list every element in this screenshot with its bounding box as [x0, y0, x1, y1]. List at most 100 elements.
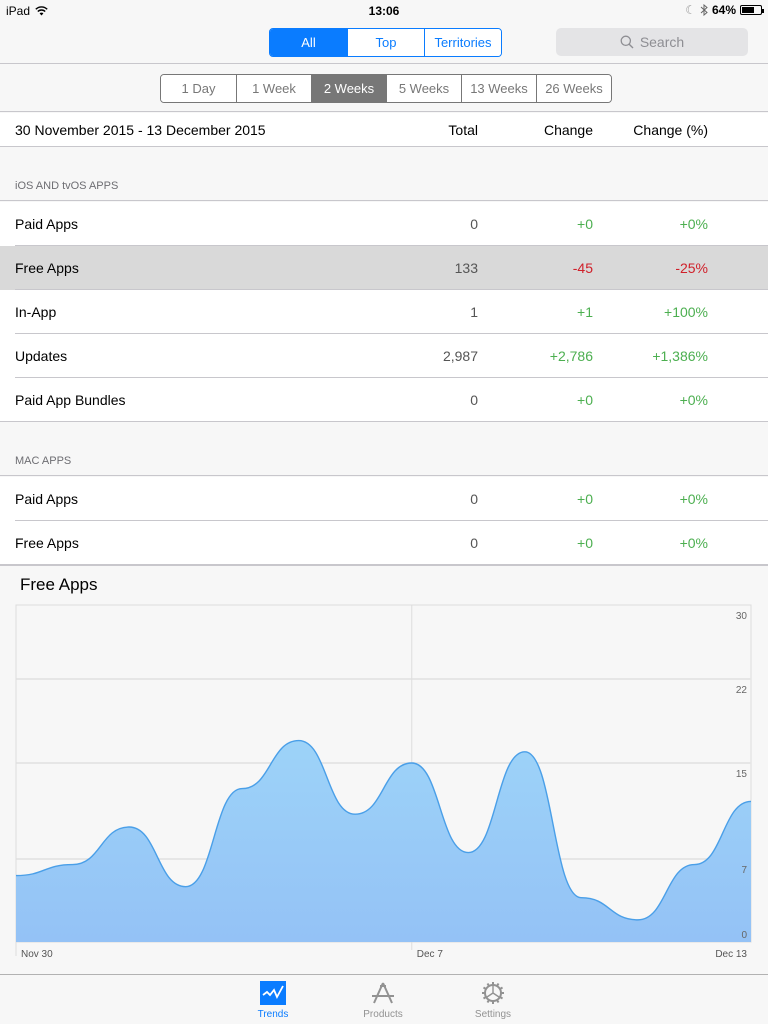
moon-icon: ☾: [685, 3, 696, 17]
gear-tooth: [499, 986, 504, 990]
x-tick-label: Dec 7: [417, 949, 444, 960]
header-change: Change: [543, 122, 593, 138]
period-1-day[interactable]: 1 Day: [161, 75, 236, 102]
row-label: In-App: [15, 304, 57, 320]
period-1-week[interactable]: 1 Week: [236, 75, 311, 102]
products-icon: [369, 979, 397, 1007]
period-bar: 1 Day 1 Week 2 Weeks 5 Weeks 13 Weeks 26…: [0, 65, 768, 112]
battery-percent: 64%: [711, 3, 736, 17]
y-tick-label: 15: [736, 769, 748, 780]
row-change-pct: -25%: [675, 260, 708, 276]
search-input[interactable]: Search: [556, 28, 748, 56]
period-13-weeks[interactable]: 13 Weeks: [461, 75, 536, 102]
data-point-dec-7: [410, 761, 414, 765]
header-total: Total: [448, 122, 478, 138]
ios-rows: Paid Apps 0 +0 +0% Free Apps 133 -45 -25…: [0, 202, 768, 422]
data-point-dec-9: [523, 750, 527, 754]
data-point-dec-10: [579, 896, 583, 900]
tab-label: Settings: [474, 1009, 512, 1020]
search-icon: [620, 35, 634, 49]
row-change: +1: [577, 304, 593, 320]
status-bar: iPad 13:06 ☾ 64%: [0, 0, 768, 20]
data-point-dec-11: [636, 918, 640, 922]
row-label: Paid App Bundles: [15, 392, 126, 408]
battery-icon: [740, 5, 764, 15]
y-tick-label: 0: [741, 930, 747, 941]
gear-tooth: [496, 982, 500, 987]
mac-rows: Paid Apps 0 +0 +0% Free Apps 0 +0 +0%: [0, 477, 768, 565]
row-change-pct: +0%: [679, 392, 708, 408]
row-total: 0: [470, 392, 478, 408]
row-change: +0: [577, 392, 593, 408]
period-26-weeks[interactable]: 26 Weeks: [536, 75, 611, 102]
segment-all[interactable]: All: [270, 29, 347, 56]
data-point-dec-13: [749, 799, 753, 803]
row-change-pct: +100%: [664, 304, 708, 320]
segment-territories[interactable]: Territories: [424, 29, 501, 56]
tab-label: Trends: [257, 1009, 289, 1020]
row-change: -45: [572, 260, 593, 276]
data-point-dec-3: [184, 885, 188, 889]
tab-trends[interactable]: Trends: [233, 979, 313, 1020]
row-change-pct: +0%: [679, 535, 708, 551]
status-time: 13:06: [368, 4, 400, 18]
app-root: iPad 13:06 ☾ 64% All Top Territories Sea…: [0, 0, 768, 1024]
row-change-pct: +0%: [679, 216, 708, 232]
table-row[interactable]: Paid Apps 0 +0 +0%: [0, 202, 768, 246]
gear-tooth: [499, 996, 504, 1000]
x-tick-label: Dec 13: [715, 949, 747, 960]
section-header-mac: MAC APPS: [0, 422, 768, 476]
data-point-nov-30: [14, 874, 18, 878]
free-apps-chart[interactable]: 0 7 15 22 30 Nov 30 Dec 7 Dec 13: [0, 566, 768, 975]
row-total: 2,987: [442, 348, 478, 364]
row-label: Free Apps: [15, 260, 79, 276]
period-2-weeks[interactable]: 2 Weeks: [311, 75, 386, 102]
section-title: iOS AND tvOS APPS: [15, 180, 119, 192]
search-placeholder: Search: [639, 34, 685, 50]
tab-bar: Trends Products Settings: [0, 974, 768, 1024]
table-row[interactable]: Free Apps 0 +0 +0%: [0, 521, 768, 565]
gear-tooth: [482, 996, 487, 1000]
row-change: +0: [577, 491, 593, 507]
chart-title: Free Apps: [20, 575, 98, 594]
period-5-weeks[interactable]: 5 Weeks: [386, 75, 461, 102]
row-total: 133: [454, 260, 478, 276]
y-tick-label: 22: [736, 685, 748, 696]
status-right: ☾ 64%: [685, 3, 764, 17]
segment-top[interactable]: Top: [347, 29, 424, 56]
row-change-pct: +1,386%: [652, 348, 708, 364]
table-row[interactable]: Paid App Bundles 0 +0 +0%: [0, 378, 768, 422]
data-point-dec-2: [127, 825, 131, 829]
table-row[interactable]: Paid Apps 0 +0 +0%: [0, 477, 768, 521]
tab-products[interactable]: Products: [343, 979, 423, 1020]
row-change: +2,786: [549, 348, 593, 364]
row-label: Updates: [15, 348, 68, 364]
row-label: Free Apps: [15, 535, 79, 551]
tab-label: Products: [363, 1009, 403, 1020]
gear-tooth: [482, 986, 487, 990]
date-range: 30 November 2015 - 13 December 2015: [15, 122, 266, 138]
row-label: Paid Apps: [15, 216, 79, 232]
table-header: 30 November 2015 - 13 December 2015 Tota…: [0, 113, 768, 147]
row-total: 0: [470, 535, 478, 551]
gear-tooth: [486, 999, 490, 1004]
data-point-dec-12: [692, 863, 696, 867]
y-tick-label: 30: [736, 611, 748, 622]
y-tick-label: 7: [741, 865, 747, 876]
data-point-dec-4: [240, 787, 244, 791]
section-header-ios: iOS AND tvOS APPS: [0, 147, 768, 201]
x-tick-label: Nov 30: [21, 949, 53, 960]
bluetooth-icon: [700, 4, 708, 16]
chart-section: 0 7 15 22 30 Nov 30 Dec 7 Dec 13 Free Apps: [0, 565, 768, 974]
row-total: 0: [470, 491, 478, 507]
row-change: +0: [577, 535, 593, 551]
period-segmented-control: 1 Day 1 Week 2 Weeks 5 Weeks 13 Weeks 26…: [160, 74, 612, 103]
table-row[interactable]: Free Apps 133 -45 -25%: [0, 246, 768, 290]
table-row[interactable]: In-App 1 +1 +100%: [0, 290, 768, 334]
area-fill: [16, 740, 751, 942]
battery-fill: [742, 7, 755, 13]
tab-settings[interactable]: Settings: [453, 979, 533, 1020]
table-row[interactable]: Updates 2,987 +2,786 +1,386%: [0, 334, 768, 378]
data-point-dec-6: [353, 812, 357, 816]
row-change-pct: +0%: [679, 491, 708, 507]
